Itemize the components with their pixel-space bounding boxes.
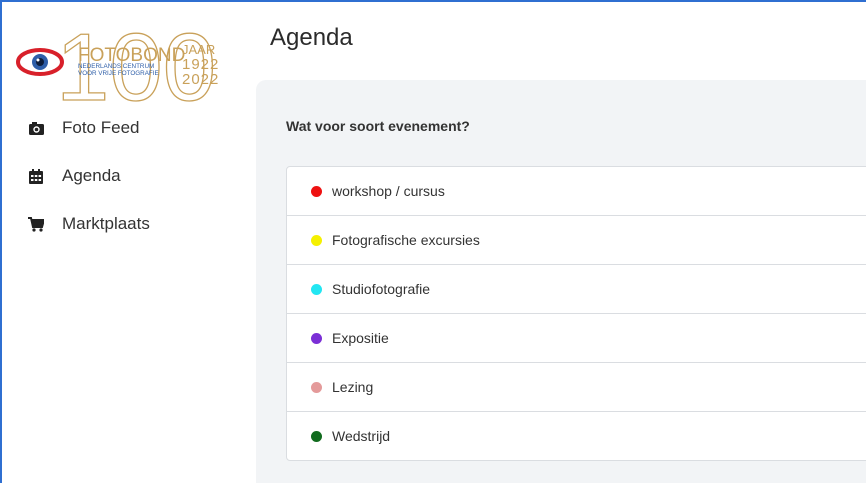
sidebar-item-foto-feed[interactable]: Foto Feed <box>2 104 254 152</box>
color-dot-icon <box>311 332 322 344</box>
event-type-label: Expositie <box>332 330 389 346</box>
sidebar-item-marktplaats[interactable]: Marktplaats <box>2 200 254 248</box>
camera-icon <box>28 120 44 136</box>
page-title: Agenda <box>270 24 353 51</box>
color-dot-icon <box>311 283 322 295</box>
color-dot-icon <box>311 185 322 197</box>
event-type-question: Wat voor soort evenement? <box>286 118 470 134</box>
sidebar: 100 FOTOBOND NEDERLANDS CENTRUM VOOR VRI… <box>2 2 254 483</box>
event-type-wedstrijd[interactable]: Wedstrijd <box>287 412 866 460</box>
calendar-icon <box>28 168 44 184</box>
event-type-list: workshop / cursus Fotografische excursie… <box>286 166 866 461</box>
logo-subtitle-2: VOOR VRIJE FOTOGRAFIE <box>78 70 159 77</box>
sidebar-item-label: Agenda <box>62 166 121 185</box>
sidebar-item-agenda[interactable]: Agenda <box>2 152 254 200</box>
event-type-label: Studiofotografie <box>332 281 431 297</box>
event-type-expositie[interactable]: Expositie <box>287 314 866 363</box>
cart-icon <box>28 216 44 232</box>
app-window: 100 FOTOBOND NEDERLANDS CENTRUM VOOR VRI… <box>0 0 866 483</box>
color-dot-icon <box>311 430 322 442</box>
event-type-studiofotografie[interactable]: Studiofotografie <box>287 265 866 314</box>
color-dot-icon <box>311 234 322 246</box>
fotobond-logo[interactable]: 100 FOTOBOND NEDERLANDS CENTRUM VOOR VRI… <box>16 14 241 104</box>
event-type-workshop[interactable]: workshop / cursus <box>287 167 866 216</box>
sidebar-nav: Foto Feed Agenda Marktplaats <box>2 104 254 248</box>
event-type-excursies[interactable]: Fotografische excursies <box>287 216 866 265</box>
event-type-label: Wedstrijd <box>332 428 391 444</box>
event-type-label: Fotografische excursies <box>332 232 480 248</box>
event-type-label: Lezing <box>332 379 374 395</box>
color-dot-icon <box>311 381 322 393</box>
logo-subtitle-1: NEDERLANDS CENTRUM <box>78 63 154 70</box>
event-type-label: workshop / cursus <box>332 183 445 199</box>
sidebar-item-label: Foto Feed <box>62 118 140 137</box>
logo-year-end: 2022 <box>182 71 219 88</box>
event-type-lezing[interactable]: Lezing <box>287 363 866 412</box>
event-filter-panel: Wat voor soort evenement? workshop / cur… <box>256 80 866 483</box>
logo-jaar: JAAR <box>182 42 215 57</box>
sidebar-item-label: Marktplaats <box>62 214 150 233</box>
